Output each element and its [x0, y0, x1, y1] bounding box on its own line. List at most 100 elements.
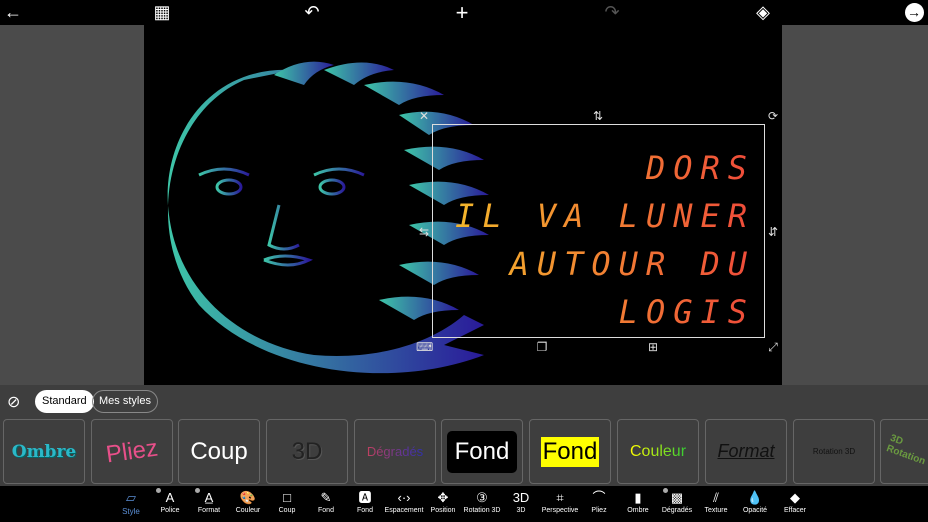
tool-label: Couleur	[235, 507, 261, 514]
style-card-degrades[interactable]: Dégradés	[354, 419, 436, 484]
spacing-icon: ‹·›	[397, 490, 411, 505]
tool-font[interactable]: A Police	[148, 488, 192, 514]
tool-curve[interactable]: ⌒ Pliez	[577, 489, 621, 514]
tool-3d[interactable]: 3D 3D	[499, 489, 543, 514]
redo-icon[interactable]: ↷	[599, 0, 625, 25]
style-card-couleur[interactable]: Couleur	[617, 419, 699, 484]
tool-eraser[interactable]: ◆ Effacer	[773, 489, 817, 514]
card-label: Coup	[190, 437, 248, 465]
resize-vertical-icon[interactable]: ⇅	[590, 108, 606, 124]
canvas-text[interactable]: DORS IL VA LUNER AUTOUR DU LOGIS	[432, 124, 765, 338]
tool-rotate-3d[interactable]: ③ Rotation 3D	[460, 489, 504, 514]
rotate-3d-icon: ③	[476, 490, 488, 505]
tool-label: Police	[160, 507, 180, 514]
card-label: Dégradés	[366, 444, 424, 459]
tab-standard[interactable]: Standard	[35, 390, 94, 413]
text-line: LOGIS	[432, 288, 755, 336]
close-icon[interactable]: ✕	[416, 108, 432, 124]
text-line: DORS	[432, 144, 755, 192]
tool-stroke[interactable]: □ Coup	[265, 489, 309, 514]
back-arrow-icon[interactable]: ←	[0, 0, 26, 25]
tool-label: Texture	[704, 507, 728, 514]
card-label: Ombre	[11, 441, 77, 462]
text-line: AUTOUR DU	[432, 240, 755, 288]
tool-label: Fond	[357, 507, 373, 514]
add-icon[interactable]: +	[449, 0, 475, 25]
text-line: IL VA LUNER	[432, 192, 755, 240]
grid-icon[interactable]: ▦	[149, 0, 175, 25]
palette-icon: 🎨	[239, 490, 257, 505]
rotate-icon[interactable]: ⟳	[765, 108, 781, 124]
no-style-icon[interactable]: ⊘	[7, 392, 20, 412]
top-toolbar: ← ▦ ↶ + ↷ ◈ →	[0, 0, 928, 25]
tool-label: Fond	[318, 507, 334, 514]
tool-label: Dégradés	[661, 507, 693, 514]
card-label: Couleur	[629, 442, 687, 460]
fullscreen-icon[interactable]: ⤢	[765, 339, 781, 355]
next-arrow-icon[interactable]: →	[901, 0, 927, 25]
tool-format[interactable]: A̲ Format	[187, 488, 231, 514]
curve-icon: ⌒	[592, 490, 606, 505]
card-label: Fond	[446, 430, 518, 473]
perspective-icon: ⌗	[556, 490, 564, 505]
move-icon: ✥	[437, 490, 449, 505]
background-icon: 🅰	[358, 490, 372, 505]
tool-label: Effacer	[783, 507, 807, 514]
style-card-fond-black[interactable]: Fond	[441, 419, 523, 484]
tool-label: Ombre	[627, 507, 649, 514]
style-card-fond-yellow[interactable]: Fond	[529, 419, 611, 484]
badge-dot	[195, 488, 200, 493]
tool-label: Position	[430, 507, 456, 514]
badge-dot	[663, 488, 668, 493]
add-layer-icon[interactable]: ⊞	[645, 339, 661, 355]
3d-icon: 3D	[512, 490, 530, 505]
tool-opacity[interactable]: 💧 Opacité	[733, 489, 777, 514]
undo-icon[interactable]: ↶	[299, 0, 325, 25]
tool-perspective[interactable]: ⌗ Perspective	[538, 489, 582, 514]
tool-brush[interactable]: ✎ Fond	[304, 489, 348, 514]
tool-label: Style	[122, 507, 140, 516]
tab-mes-styles[interactable]: Mes styles	[92, 390, 158, 413]
tool-gradient[interactable]: ▩ Dégradés	[655, 488, 699, 514]
keyboard-icon[interactable]: ⌨	[416, 339, 433, 355]
tool-label: 3D	[516, 507, 526, 514]
style-card-pliez[interactable]: Pliez	[91, 419, 173, 484]
card-label: 3D Rotation	[884, 432, 927, 467]
tool-label: Opacité	[742, 507, 768, 514]
duplicate-icon[interactable]: ❐	[534, 339, 550, 355]
layers-icon[interactable]: ◈	[750, 0, 776, 25]
tool-background[interactable]: 🅰 Fond	[343, 489, 387, 514]
tool-label: Pliez	[591, 507, 607, 514]
resize-width-icon[interactable]: ⇵	[765, 224, 781, 240]
style-icon: ▱	[126, 490, 136, 505]
style-card-3d[interactable]: 3D	[266, 419, 348, 484]
tool-palette[interactable]: 🎨 Couleur	[226, 489, 270, 514]
style-card-format[interactable]: Format	[705, 419, 787, 484]
format-icon: A̲	[204, 490, 214, 505]
shadow-icon: ▮	[634, 490, 642, 505]
style-card-ombre[interactable]: Ombre	[3, 419, 85, 484]
card-label: Rotation 3D	[812, 447, 856, 456]
style-card-coup[interactable]: Coup	[178, 419, 260, 484]
card-label: Format	[717, 441, 775, 461]
tool-label: Coup	[278, 507, 296, 514]
badge-dot	[156, 488, 161, 493]
card-label: 3D	[291, 437, 323, 465]
tool-texture[interactable]: ⫽ Texture	[694, 489, 738, 514]
tool-shadow[interactable]: ▮ Ombre	[616, 489, 660, 514]
tool-label: Rotation 3D	[463, 507, 501, 514]
card-label: Pliez	[104, 434, 160, 468]
opacity-icon: 💧	[746, 490, 764, 505]
brush-icon: ✎	[320, 490, 332, 505]
tool-move[interactable]: ✥ Position	[421, 489, 465, 514]
tool-label: Perspective	[541, 507, 579, 514]
tool-style[interactable]: ▱ Style	[109, 489, 153, 516]
style-card-rotation-3d[interactable]: Rotation 3D	[793, 419, 875, 484]
texture-icon: ⫽	[713, 490, 719, 505]
style-card-3d-rotation[interactable]: 3D Rotation	[880, 419, 928, 484]
resize-horizontal-icon[interactable]: ⇆	[416, 224, 432, 240]
font-icon: A	[165, 490, 175, 505]
card-label: Fond	[540, 436, 600, 467]
tool-spacing[interactable]: ‹·› Espacement	[382, 489, 426, 514]
gradient-icon: ▩	[670, 490, 684, 505]
